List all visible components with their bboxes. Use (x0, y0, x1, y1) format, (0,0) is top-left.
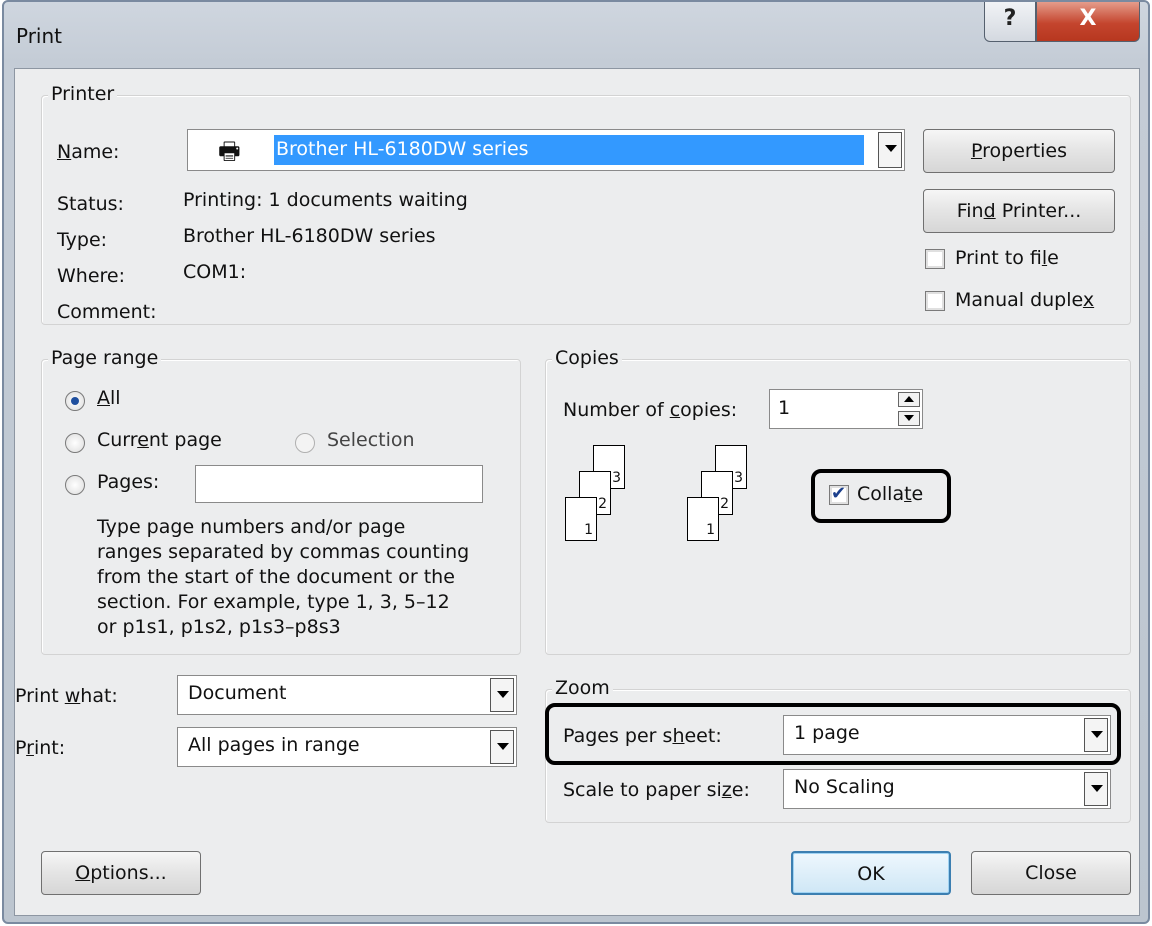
options-button[interactable]: Options... (41, 851, 201, 895)
dialog-body: Printer Name: 🖶 Brother HL-6180DW series… (14, 68, 1140, 916)
ok-button[interactable]: OK (791, 851, 951, 895)
printer-icon: 🖶 (218, 137, 241, 165)
title-bar[interactable]: Print ? X (4, 2, 1148, 68)
print-select[interactable]: All pages in range (177, 727, 517, 767)
stack-page: 1 (687, 497, 719, 541)
help-button[interactable]: ? (984, 2, 1036, 42)
comment-label: Comment: (57, 301, 157, 323)
close-icon: X (1079, 6, 1097, 31)
pages-input[interactable] (195, 465, 483, 503)
chevron-down-icon[interactable] (1084, 718, 1108, 752)
scale-select[interactable]: No Scaling (783, 769, 1111, 809)
all-radio[interactable] (65, 391, 85, 411)
type-label: Type: (57, 229, 108, 251)
name-label: Name: (57, 141, 120, 163)
pages-per-sheet-value: 1 page (794, 722, 860, 744)
spin-up-icon[interactable] (898, 392, 920, 407)
chevron-down-icon[interactable] (490, 730, 514, 764)
spin-down-icon[interactable] (898, 411, 920, 426)
printer-legend: Printer (48, 83, 118, 105)
selection-label: Selection (327, 429, 415, 451)
print-what-value: Document (188, 682, 287, 704)
properties-button[interactable]: Properties (923, 129, 1115, 173)
find-printer-button[interactable]: Find Printer... (923, 189, 1115, 233)
page-range-help: Type page numbers and/or page ranges sep… (97, 515, 469, 640)
dialog-title: Print (16, 24, 63, 48)
where-label: Where: (57, 265, 126, 287)
chevron-down-icon[interactable] (878, 132, 902, 168)
print-dialog: Print ? X Printer Name: 🖶 Brother HL-618… (2, 0, 1150, 924)
manual-duplex-label: Manual duplex (955, 289, 1095, 311)
pages-per-sheet-label: Pages per sheet: (563, 725, 722, 747)
current-page-label: Current page (97, 429, 222, 451)
window-close-button[interactable]: X (1036, 2, 1140, 42)
selection-radio[interactable] (295, 433, 315, 453)
help-line: Type page numbers and/or page (97, 516, 406, 538)
chevron-down-icon[interactable] (490, 678, 514, 712)
print-what-select[interactable]: Document (177, 675, 517, 715)
help-icon: ? (1003, 6, 1017, 31)
print-to-file-label: Print to file (955, 247, 1059, 269)
copies-value: 1 (778, 397, 791, 419)
pages-label: Pages: (97, 471, 160, 493)
stack-page: 1 (565, 497, 597, 541)
manual-duplex-checkbox[interactable] (925, 291, 945, 311)
help-line: from the start of the document or the (97, 566, 455, 588)
collate-label: Collate (857, 483, 924, 505)
status-label: Status: (57, 193, 124, 215)
scale-label: Scale to paper size: (563, 779, 750, 801)
current-page-radio[interactable] (65, 433, 85, 453)
collate-checkbox[interactable] (829, 483, 849, 505)
chevron-down-icon[interactable] (1084, 772, 1108, 806)
copies-legend: Copies (552, 347, 622, 369)
status-value: Printing: 1 documents waiting (183, 189, 468, 211)
page-range-legend: Page range (48, 347, 162, 369)
printer-name-value: Brother HL-6180DW series (276, 138, 529, 160)
number-of-copies-label: Number of copies: (563, 399, 738, 421)
copies-spinner[interactable]: 1 (769, 389, 923, 429)
where-value: COM1: (183, 261, 247, 283)
help-line: section. For example, type 1, 3, 5–12 (97, 591, 450, 613)
help-line: ranges separated by commas counting (97, 541, 470, 563)
pages-radio[interactable] (65, 475, 85, 495)
pages-per-sheet-select[interactable]: 1 page (783, 715, 1111, 755)
close-button[interactable]: Close (971, 851, 1131, 895)
print-value: All pages in range (188, 734, 360, 756)
print-label: Print: (15, 737, 66, 759)
printer-name-select[interactable]: 🖶 Brother HL-6180DW series (187, 129, 905, 171)
all-label: All (97, 387, 121, 409)
print-what-label: Print what: (15, 685, 118, 707)
type-value: Brother HL-6180DW series (183, 225, 436, 247)
help-line: or p1s1, p1s2, p1s3–p8s3 (97, 616, 341, 638)
print-to-file-checkbox[interactable] (925, 249, 945, 269)
zoom-legend: Zoom (552, 677, 613, 699)
scale-value: No Scaling (794, 776, 895, 798)
